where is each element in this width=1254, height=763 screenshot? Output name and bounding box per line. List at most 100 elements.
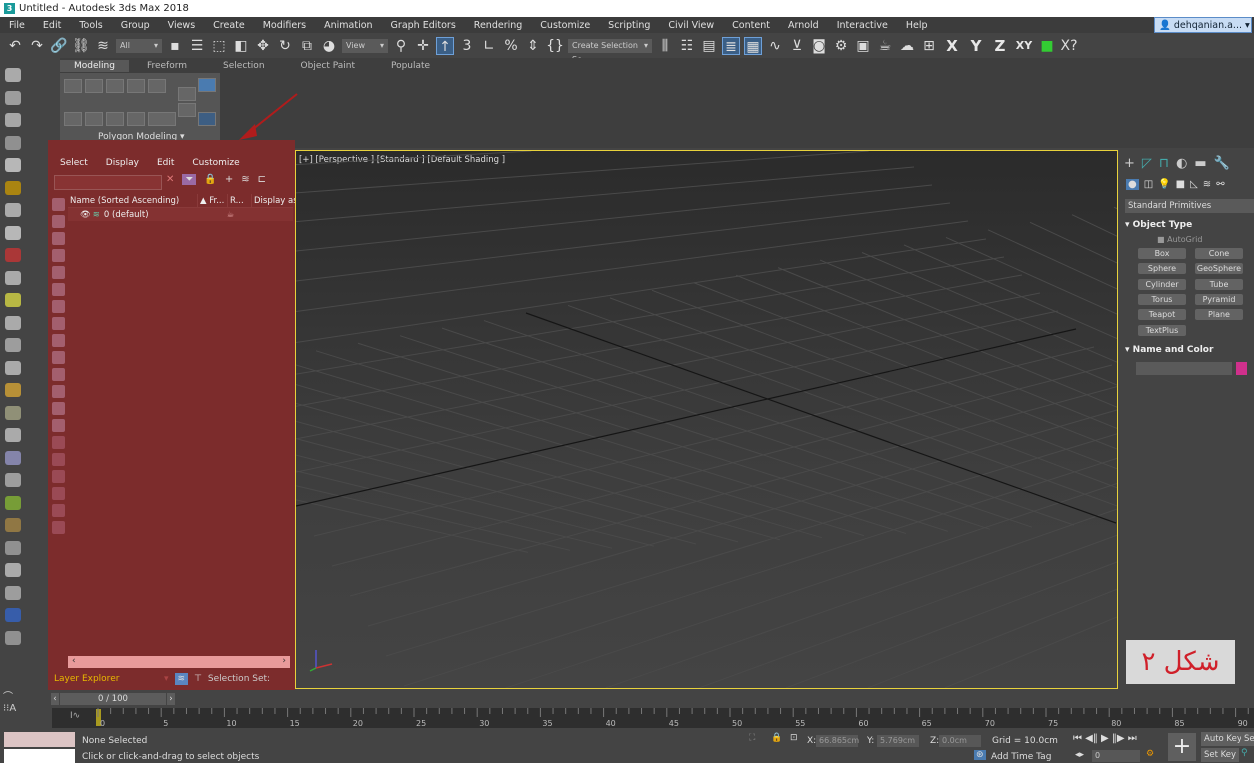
chevron-down-icon[interactable]: ▾ <box>164 674 169 684</box>
explorer-search-input[interactable] <box>54 175 162 190</box>
link-icon[interactable]: 🔗 <box>50 37 68 55</box>
angle-snap-icon[interactable]: ∟ <box>480 37 498 55</box>
edge-button[interactable] <box>85 79 103 93</box>
explorer-filter-icon[interactable] <box>52 266 65 279</box>
create-textplus-button[interactable]: TextPlus <box>1138 324 1186 336</box>
modify-button-2[interactable] <box>85 112 103 126</box>
tool-icon[interactable] <box>5 630 21 645</box>
menu-views[interactable]: Views <box>159 20 205 31</box>
axis-z-button[interactable]: Z <box>990 37 1010 55</box>
axis-x-button[interactable]: X <box>942 37 962 55</box>
modify-button[interactable] <box>64 112 82 126</box>
menu-civil-view[interactable]: Civil View <box>659 20 723 31</box>
percent-snap-icon[interactable]: % <box>502 37 520 55</box>
y-coordinate-field[interactable]: 5.769cm <box>877 735 919 747</box>
tool-icon[interactable] <box>5 360 21 375</box>
time-slider[interactable]: ‹ 0 / 100 › <box>51 693 175 705</box>
menu-tools[interactable]: Tools <box>70 20 111 31</box>
explorer-filter-icon[interactable] <box>52 385 65 398</box>
playback-controls[interactable]: ⏮ ◀‖ ▶ ‖▶ ⏭ <box>1073 733 1137 744</box>
create-box-button[interactable]: Box <box>1138 248 1186 259</box>
render-icon[interactable]: ☕ <box>876 37 894 55</box>
scene-explorer-icon[interactable]: ▤ <box>700 37 718 55</box>
key-filters-icon[interactable]: ⚲ <box>1241 748 1248 758</box>
modify-button-5[interactable] <box>148 112 176 126</box>
menu-edit[interactable]: Edit <box>34 20 70 31</box>
selection-filter-dropdown[interactable]: All ▾ <box>116 38 162 53</box>
axis-xy-button[interactable]: XY <box>1014 39 1034 52</box>
add-time-tag-button[interactable]: Add Time Tag <box>991 752 1051 762</box>
tool-icon[interactable] <box>5 135 21 150</box>
tool-icon[interactable] <box>5 270 21 285</box>
rect-selection-icon[interactable]: ⬚ <box>210 37 228 55</box>
unlink-icon[interactable]: ⛓ <box>72 37 90 55</box>
set-key-button[interactable]: Set Key <box>1201 748 1240 762</box>
selection-key-filter[interactable]: Sel <box>1241 732 1254 746</box>
object-type-rollout[interactable]: ▾ Object Type <box>1125 220 1254 230</box>
layer-mode-icon[interactable]: ≋ <box>174 673 189 685</box>
name-color-rollout[interactable]: ▾ Name and Color <box>1125 345 1254 355</box>
explorer-filter-icon[interactable] <box>52 487 65 500</box>
object-name-input[interactable] <box>1136 362 1232 375</box>
column-frozen[interactable]: ▲ Fr... <box>198 194 228 207</box>
menu-rendering[interactable]: Rendering <box>465 20 532 31</box>
undo-icon[interactable]: ↶ <box>6 37 24 55</box>
column-render[interactable]: R... <box>228 194 252 207</box>
current-frame-field[interactable]: 0 <box>1092 750 1140 762</box>
menu-animation[interactable]: Animation <box>315 20 381 31</box>
select-manipulate-icon[interactable]: ✛ <box>414 37 432 55</box>
time-config-icon[interactable]: ⚙ <box>1146 749 1154 759</box>
xp-icon[interactable]: X? <box>1060 37 1078 55</box>
keyboard-shortcut-override-icon[interactable]: ↑ <box>436 36 454 55</box>
tool-icon[interactable] <box>5 338 21 352</box>
tool-icon[interactable] <box>5 315 21 330</box>
shapes-icon[interactable]: ◫ <box>1144 179 1153 190</box>
create-geosphere-button[interactable]: GeoSphere <box>1195 263 1243 275</box>
tool-icon[interactable] <box>5 293 21 307</box>
z-coordinate-field[interactable]: 0.0cm <box>939 735 981 747</box>
object-color-swatch[interactable] <box>1236 362 1247 375</box>
reference-coordinate-dropdown[interactable]: View ▾ <box>342 38 388 53</box>
menu-customize[interactable]: Customize <box>531 20 599 31</box>
lock-icon[interactable]: 🔒 <box>204 174 216 185</box>
border-button[interactable] <box>106 79 124 93</box>
render-cloud-icon[interactable]: ☁ <box>898 37 916 55</box>
render-setup-icon[interactable]: ⚙ <box>832 37 850 55</box>
clear-icon[interactable]: ✕ <box>166 174 174 185</box>
tool-icon[interactable] <box>5 248 21 262</box>
next-frame-button[interactable]: › <box>167 693 175 705</box>
pivot-icon[interactable]: ⚲ <box>392 37 410 55</box>
column-name[interactable]: Name (Sorted Ascending) <box>68 194 198 207</box>
explorer-filter-icon[interactable] <box>52 504 65 517</box>
modify-tab-icon[interactable]: ◸ <box>1142 156 1152 171</box>
menu-help[interactable]: Help <box>897 20 937 31</box>
selection-set-label[interactable]: Selection Set: <box>208 674 270 684</box>
tool-icon[interactable] <box>5 540 21 555</box>
rotate-icon[interactable]: ↻ <box>276 37 294 55</box>
explorer-filter-icon[interactable] <box>52 402 65 415</box>
maxscript-input[interactable] <box>4 749 75 763</box>
window-crossing-icon[interactable]: ◧ <box>232 37 250 55</box>
isolate-icon[interactable]: ⛶ <box>749 733 755 743</box>
tool-icon[interactable] <box>5 450 21 465</box>
curve-editor-icon[interactable]: ∿ <box>766 37 784 55</box>
create-cylinder-button[interactable]: Cylinder <box>1138 278 1186 290</box>
tool-icon[interactable] <box>5 585 21 600</box>
render-teapot-icon[interactable]: ☕ <box>227 210 235 220</box>
create-tab-icon[interactable]: + <box>1124 156 1135 171</box>
hierarchy-tab-icon[interactable]: ⊓ <box>1159 156 1169 171</box>
explorer-menu-select[interactable]: Select <box>60 158 88 168</box>
snaps-toggle-icon[interactable]: 3 <box>458 37 476 55</box>
vertex-button[interactable] <box>64 79 82 93</box>
redo-icon[interactable]: ↷ <box>28 37 46 55</box>
layer-explorer-icon[interactable]: ≣ <box>722 36 740 55</box>
lights-icon[interactable]: 💡 <box>1158 179 1170 190</box>
layers-icon[interactable]: ≋ <box>241 174 249 185</box>
geometry-icon[interactable]: ● <box>1126 179 1139 190</box>
eye-icon[interactable]: 👁 <box>80 210 91 220</box>
tool-icon[interactable] <box>5 180 21 195</box>
explorer-filter-icon[interactable] <box>52 300 65 313</box>
modifier-stack-button[interactable] <box>198 112 216 126</box>
explorer-menu-edit[interactable]: Edit <box>157 158 174 168</box>
tool-icon[interactable] <box>5 518 21 532</box>
